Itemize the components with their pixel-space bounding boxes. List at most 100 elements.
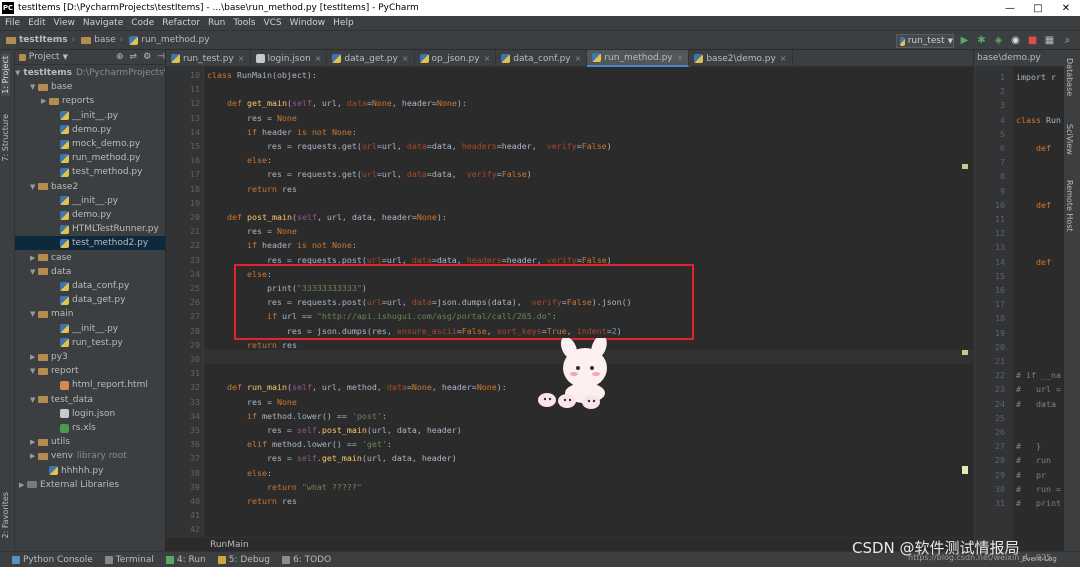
bottom-tab[interactable]: 6: TODO [281,555,331,565]
chevron-down-icon[interactable]: ▼ [63,53,68,61]
close-icon[interactable]: × [484,54,491,63]
bottom-tab[interactable]: 4: Run [165,555,206,565]
tree-item[interactable]: run_test.py [15,336,165,350]
close-icon[interactable]: × [575,54,582,63]
breadcrumb-file[interactable]: run_method.py [129,35,210,45]
profile-icon[interactable]: ◉ [1010,35,1021,46]
event-log-button[interactable]: Event Log [1022,555,1057,563]
project-structure-icon[interactable]: ▦ [1044,35,1055,46]
structure-tool-tab[interactable]: 7: Structure [1,112,10,164]
tree-item[interactable]: __init__.py [15,194,165,208]
close-icon[interactable]: × [238,54,245,63]
editor-tab[interactable]: run_test.py × [166,50,251,67]
close-icon[interactable]: ✕ [1052,0,1080,16]
tree-item[interactable]: ▶ py3 [15,350,165,364]
close-icon[interactable]: × [315,54,322,63]
project-tool-tab[interactable]: 1: Project [1,54,10,96]
collapse-icon[interactable]: ⇌ [130,52,138,62]
menu-item-refactor[interactable]: Refactor [162,18,200,28]
menu-item-file[interactable]: File [5,18,20,28]
favorites-tool-tab[interactable]: 2: Favorites [1,490,10,540]
tree-item[interactable]: ▼ testItems D:\PycharmProjects\ [15,66,165,80]
breadcrumb-project[interactable]: testItems [6,35,68,45]
tree-item[interactable]: ▼ base [15,80,165,94]
coverage-icon[interactable]: ◈ [993,35,1004,46]
tree-item[interactable]: ▼ data [15,265,165,279]
editor-tab[interactable]: login.json × [251,50,328,67]
tree-item[interactable]: ▶ reports [15,94,165,108]
tree-item[interactable]: ▼ main [15,307,165,321]
menu-item-edit[interactable]: Edit [28,18,45,28]
menu-item-view[interactable]: View [54,18,75,28]
menu-item-code[interactable]: Code [131,18,154,28]
breadcrumb-folder[interactable]: base [81,35,116,45]
chevron-down-icon[interactable]: ▼ [30,310,38,318]
bottom-tab[interactable]: Terminal [104,555,154,565]
run-config-select[interactable]: run_test ▼ [896,34,954,48]
menu-item-navigate[interactable]: Navigate [83,18,123,28]
chevron-right-icon[interactable]: ▶ [30,353,38,361]
gear-icon[interactable]: ⚙ [143,52,151,62]
tree-item[interactable]: __init__.py [15,322,165,336]
tree-item[interactable]: HTMLTestRunner.py [15,222,165,236]
tree-item[interactable]: ▶ venv library root [15,449,165,463]
chevron-down-icon[interactable]: ▼ [15,69,20,77]
close-icon[interactable]: × [402,54,409,63]
menu-item-tools[interactable]: Tools [233,18,255,28]
debug-icon[interactable]: ✱ [976,35,987,46]
chevron-down-icon[interactable]: ▼ [30,367,38,375]
menu-item-help[interactable]: Help [333,18,354,28]
tree-item[interactable]: hhhhh.py [15,464,165,478]
tree-item[interactable]: run_method.py [15,151,165,165]
editor-tab[interactable]: base2\demo.py × [689,50,793,67]
tree-item[interactable]: ▼ base2 [15,180,165,194]
bottom-tab[interactable]: Python Console [12,555,93,565]
chevron-right-icon[interactable]: ▶ [30,254,38,262]
tree-item[interactable]: demo.py [15,123,165,137]
editor-tab[interactable]: run_method.py × [587,50,690,67]
chevron-right-icon[interactable]: ▶ [19,481,27,489]
editor-tab[interactable]: op_json.py × [415,50,497,67]
tree-item[interactable]: data_conf.py [15,279,165,293]
tree-item[interactable]: ▼ report [15,364,165,378]
stop-icon[interactable]: ■ [1027,35,1038,46]
tree-item[interactable]: test_method2.py [15,236,165,251]
chevron-right-icon[interactable]: ▶ [30,438,38,446]
tree-item[interactable]: login.json [15,407,165,421]
tree-item[interactable]: ▼ test_data [15,393,165,407]
maximize-icon[interactable]: □ [1024,0,1052,16]
sciview-tool-tab[interactable]: SciView [1065,122,1074,157]
hide-icon[interactable]: ⊣ [157,52,165,62]
chevron-right-icon[interactable]: ▶ [41,97,49,105]
tree-item[interactable]: __init__.py [15,109,165,123]
tree-item[interactable]: ▶ utils [15,435,165,449]
close-icon[interactable]: × [780,54,787,63]
search-icon[interactable]: ⌕ [1062,35,1073,46]
close-icon[interactable]: × [677,53,684,62]
chevron-down-icon[interactable]: ▼ [30,183,38,191]
chevron-down-icon[interactable]: ▼ [30,268,38,276]
tree-item[interactable]: test_method.py [15,165,165,179]
tree-item[interactable]: ▶ case [15,251,165,265]
chevron-down-icon[interactable]: ▼ [30,83,38,91]
menu-item-window[interactable]: Window [290,18,326,28]
menu-item-run[interactable]: Run [208,18,225,28]
database-tool-tab[interactable]: Database [1065,56,1074,98]
project-view-select[interactable]: Project [29,52,60,62]
sync-icon[interactable]: ⊕ [116,52,124,62]
menu-item-vcs[interactable]: VCS [263,18,281,28]
tree-item[interactable]: mock_demo.py [15,137,165,151]
remote-host-tool-tab[interactable]: Remote Host [1065,178,1074,234]
minimize-icon[interactable]: — [996,0,1024,16]
split-editor-tab[interactable]: base\demo.py [975,50,1064,67]
editor-tab[interactable]: data_get.py × [327,50,415,67]
chevron-right-icon[interactable]: ▶ [30,452,38,460]
tree-item[interactable]: html_report.html [15,378,165,392]
bottom-tab[interactable]: 5: Debug [217,555,270,565]
run-icon[interactable]: ▶ [959,35,970,46]
editor-tab[interactable]: data_conf.py × [496,50,588,67]
tree-item[interactable]: rs.xls [15,421,165,435]
split-code-editor[interactable]: 1 import r 2 3 4 class Run 5 6 def 7 8 9 10 def 11 12… [975,69,1064,549]
tree-item[interactable]: ▶ External Libraries [15,478,165,492]
tree-item[interactable]: data_get.py [15,293,165,307]
